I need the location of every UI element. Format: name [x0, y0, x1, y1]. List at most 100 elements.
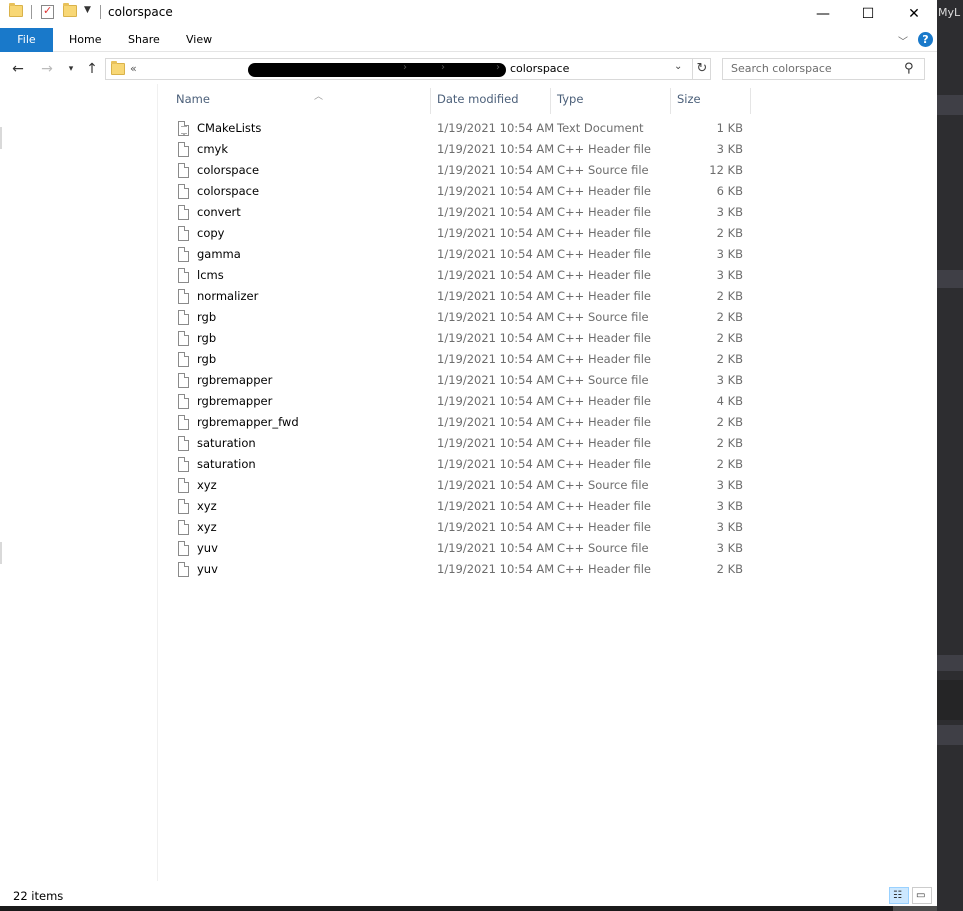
- file-date: 1/19/2021 10:54 AM: [437, 268, 555, 282]
- file-icon: [178, 457, 189, 472]
- arrow-left-icon: ←: [12, 61, 24, 77]
- file-row[interactable]: lcms 1/19/2021 10:54 AM C++ Header file 3 K…: [176, 265, 748, 286]
- ribbon-tabs: File Home Share View ﹀ ?: [0, 28, 937, 52]
- column-header-name[interactable]: Name ︿: [176, 88, 323, 114]
- file-row[interactable]: yuv 1/19/2021 10:54 AM C++ Source file 3 KB: [176, 538, 748, 559]
- file-list[interactable]: Name ︿ Date modified Type Size CMakeList…: [158, 84, 937, 881]
- file-row[interactable]: rgb 1/19/2021 10:54 AM C++ Header file 2 KB: [176, 328, 748, 349]
- navigation-pane[interactable]: [0, 84, 158, 881]
- file-row[interactable]: yuv 1/19/2021 10:54 AM C++ Header file 2 KB: [176, 559, 748, 580]
- file-date: 1/19/2021 10:54 AM: [437, 415, 555, 429]
- column-header-type[interactable]: Type: [557, 88, 583, 114]
- file-row[interactable]: rgb 1/19/2021 10:54 AM C++ Header file 2 KB: [176, 349, 748, 370]
- close-button[interactable]: ✕: [891, 0, 937, 27]
- file-date: 1/19/2021 10:54 AM: [437, 184, 555, 198]
- file-row[interactable]: rgb 1/19/2021 10:54 AM C++ Source file 2 KB: [176, 307, 748, 328]
- new-folder-icon[interactable]: [63, 3, 77, 17]
- tab-view[interactable]: View: [186, 28, 212, 52]
- column-divider[interactable]: [670, 88, 671, 114]
- details-view-icon: ☷: [893, 890, 902, 901]
- file-date: 1/19/2021 10:54 AM: [437, 205, 555, 219]
- properties-icon[interactable]: [41, 4, 54, 19]
- large-icons-view-button[interactable]: ▭: [912, 887, 932, 904]
- file-type: C++ Header file: [557, 562, 651, 576]
- file-row[interactable]: rgbremapper 1/19/2021 10:54 AM C++ Source …: [176, 370, 748, 391]
- column-divider[interactable]: [550, 88, 551, 114]
- taskbar-segment: [893, 906, 937, 911]
- column-divider[interactable]: [430, 88, 431, 114]
- customize-toolbar-dropdown-icon[interactable]: ▼: [84, 5, 91, 15]
- file-row[interactable]: cmyk 1/19/2021 10:54 AM C++ Header file 3 K…: [176, 139, 748, 160]
- up-button[interactable]: ↑: [82, 58, 102, 80]
- file-row[interactable]: colorspace 1/19/2021 10:54 AM C++ Header f…: [176, 181, 748, 202]
- expand-ribbon-icon[interactable]: ﹀: [898, 33, 908, 48]
- search-icon[interactable]: ⚲: [904, 61, 914, 76]
- file-date: 1/19/2021 10:54 AM: [437, 121, 555, 135]
- file-size: 2 KB: [716, 289, 743, 303]
- search-input[interactable]: [731, 62, 896, 75]
- file-row[interactable]: colorspace 1/19/2021 10:54 AM C++ Source f…: [176, 160, 748, 181]
- address-bar[interactable]: « › src › Libpfs › colorspace ⌄ ↻: [105, 58, 711, 80]
- breadcrumb-separator-icon[interactable]: ›: [403, 62, 407, 73]
- file-row[interactable]: convert 1/19/2021 10:54 AM C++ Header file…: [176, 202, 748, 223]
- file-row[interactable]: saturation 1/19/2021 10:54 AM C++ Header f…: [176, 454, 748, 475]
- file-row[interactable]: rgbremapper 1/19/2021 10:54 AM C++ Header …: [176, 391, 748, 412]
- file-row[interactable]: CMakeLists 1/19/2021 10:54 AM Text Documen…: [176, 118, 748, 139]
- breadcrumb-colorspace[interactable]: colorspace: [510, 62, 569, 75]
- file-size: 2 KB: [716, 352, 743, 366]
- large-icons-view-icon: ▭: [916, 890, 926, 901]
- file-row[interactable]: xyz 1/19/2021 10:54 AM C++ Header file 3 KB: [176, 496, 748, 517]
- file-size: 2 KB: [716, 415, 743, 429]
- recent-locations-button[interactable]: ▾: [61, 58, 81, 80]
- file-size: 2 KB: [716, 457, 743, 471]
- file-type: C++ Header file: [557, 457, 651, 471]
- column-header-date[interactable]: Date modified: [437, 88, 519, 114]
- column-header-size[interactable]: Size: [677, 88, 701, 114]
- tab-share[interactable]: Share: [128, 28, 160, 52]
- file-icon: [178, 268, 189, 283]
- file-row[interactable]: xyz 1/19/2021 10:54 AM C++ Source file 3 KB: [176, 475, 748, 496]
- address-dropdown-icon[interactable]: ⌄: [674, 61, 682, 72]
- file-row[interactable]: saturation 1/19/2021 10:54 AM C++ Header f…: [176, 433, 748, 454]
- file-row[interactable]: xyz 1/19/2021 10:54 AM C++ Header file 3 KB: [176, 517, 748, 538]
- file-row[interactable]: normalizer 1/19/2021 10:54 AM C++ Header f…: [176, 286, 748, 307]
- column-divider[interactable]: [750, 88, 751, 114]
- breadcrumb-separator-icon[interactable]: ›: [441, 62, 445, 73]
- file-date: 1/19/2021 10:54 AM: [437, 373, 555, 387]
- file-name: convert: [197, 205, 241, 219]
- details-view-button[interactable]: ☷: [889, 887, 909, 904]
- chevron-down-icon: ▾: [68, 64, 74, 74]
- background-window[interactable]: MyL: [937, 0, 963, 911]
- file-date: 1/19/2021 10:54 AM: [437, 226, 555, 240]
- file-row[interactable]: rgbremapper_fwd 1/19/2021 10:54 AM C++ Hea…: [176, 412, 748, 433]
- file-icon: [178, 331, 189, 346]
- file-type: Text Document: [557, 121, 644, 135]
- maximize-button[interactable]: ☐: [845, 0, 891, 27]
- file-icon: [178, 289, 189, 304]
- tab-home[interactable]: Home: [69, 28, 101, 52]
- back-button[interactable]: ←: [8, 58, 28, 80]
- file-type: C++ Header file: [557, 184, 651, 198]
- breadcrumb-src[interactable]: src: [417, 62, 433, 75]
- file-size: 2 KB: [716, 310, 743, 324]
- file-row[interactable]: gamma 1/19/2021 10:54 AM C++ Header file 3 …: [176, 244, 748, 265]
- breadcrumb-overflow[interactable]: «: [130, 62, 137, 75]
- search-box[interactable]: ⚲: [722, 58, 925, 80]
- file-name: saturation: [197, 436, 256, 450]
- nav-pane-marker: [0, 542, 2, 564]
- refresh-button[interactable]: ↻: [692, 58, 711, 80]
- file-type: C++ Header file: [557, 499, 651, 513]
- file-size: 3 KB: [716, 268, 743, 282]
- file-type: C++ Header file: [557, 352, 651, 366]
- tab-file[interactable]: File: [0, 28, 53, 52]
- minimize-button[interactable]: —: [800, 0, 846, 27]
- file-row[interactable]: copy 1/19/2021 10:54 AM C++ Header file 2 K…: [176, 223, 748, 244]
- file-name: xyz: [197, 478, 217, 492]
- background-panel: [937, 680, 963, 720]
- breadcrumb-separator-icon[interactable]: ›: [496, 62, 500, 73]
- navigation-bar: ← → ▾ ↑ « › src › Libpfs › colorspace ⌄ …: [0, 56, 937, 82]
- file-name: rgbremapper: [197, 373, 273, 387]
- help-icon[interactable]: ?: [918, 32, 933, 47]
- forward-button[interactable]: →: [37, 58, 57, 80]
- breadcrumb-libpfs[interactable]: Libpfs: [455, 62, 488, 75]
